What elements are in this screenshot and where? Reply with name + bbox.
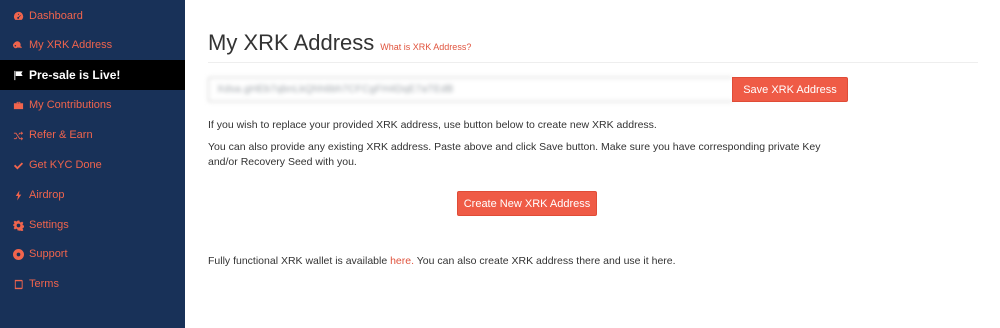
flag-icon bbox=[12, 69, 24, 81]
what-is-xrk-address-link[interactable]: What is XRK Address? bbox=[380, 42, 471, 52]
sidebar-item-presale[interactable]: Pre-sale is Live! bbox=[0, 60, 185, 90]
sidebar-item-my-xrk-address[interactable]: My XRK Address bbox=[0, 30, 185, 60]
wallet-info-after: You can also create XRK address there an… bbox=[414, 255, 676, 267]
sidebar-item-my-contributions[interactable]: My Contributions bbox=[0, 90, 185, 120]
sidebar-item-label: Dashboard bbox=[29, 10, 83, 22]
sidebar-item-support[interactable]: Support bbox=[0, 239, 185, 269]
briefcase-icon bbox=[12, 99, 24, 111]
sidebar-item-label: My Contributions bbox=[29, 99, 112, 111]
sidebar-item-label: Refer & Earn bbox=[29, 129, 93, 141]
sidebar-item-label: Airdrop bbox=[29, 189, 65, 201]
key-icon bbox=[12, 39, 24, 51]
wallet-here-link[interactable]: here. bbox=[390, 255, 414, 267]
sidebar-item-dashboard[interactable]: Dashboard bbox=[0, 1, 185, 31]
create-new-xrk-address-button[interactable]: Create New XRK Address bbox=[457, 191, 597, 216]
page-title: My XRK Address bbox=[208, 30, 375, 55]
sidebar-item-label: Terms bbox=[29, 278, 59, 290]
xrk-address-input[interactable] bbox=[208, 77, 733, 102]
sidebar-item-airdrop[interactable]: Airdrop bbox=[0, 180, 185, 210]
save-xrk-address-button[interactable]: Save XRK Address bbox=[732, 77, 848, 102]
page-header: My XRK Address What is XRK Address? bbox=[208, 30, 471, 56]
sidebar-item-label: Pre-sale is Live! bbox=[29, 68, 121, 82]
sidebar-item-label: My XRK Address bbox=[29, 39, 113, 51]
main-content: My XRK Address What is XRK Address? Save… bbox=[185, 0, 1000, 328]
wallet-info-before: Fully functional XRK wallet is available bbox=[208, 255, 391, 267]
sidebar-item-label: Support bbox=[29, 248, 68, 260]
check-icon bbox=[12, 159, 24, 171]
sidebar-item-terms[interactable]: Terms bbox=[0, 269, 185, 299]
sidebar: Dashboard My XRK Address Pre-sale is Liv… bbox=[0, 0, 185, 328]
lifebuoy-icon bbox=[12, 248, 24, 260]
gear-icon bbox=[12, 219, 24, 231]
sidebar-item-settings[interactable]: Settings bbox=[0, 210, 185, 240]
dashboard-icon bbox=[12, 10, 24, 22]
replace-address-text: If you wish to replace your provided XRK… bbox=[208, 119, 657, 131]
sidebar-item-refer-earn[interactable]: Refer & Earn bbox=[0, 120, 185, 150]
sidebar-item-label: Get KYC Done bbox=[29, 159, 102, 171]
existing-address-text: You can also provide any existing XRK ad… bbox=[208, 141, 821, 168]
header-divider bbox=[208, 62, 978, 63]
shuffle-icon bbox=[12, 129, 24, 141]
book-icon bbox=[12, 278, 24, 290]
sidebar-item-kyc[interactable]: Get KYC Done bbox=[0, 150, 185, 180]
bolt-icon bbox=[12, 189, 24, 201]
wallet-info-text: Fully functional XRK wallet is available… bbox=[208, 254, 908, 269]
sidebar-item-label: Settings bbox=[29, 219, 69, 231]
